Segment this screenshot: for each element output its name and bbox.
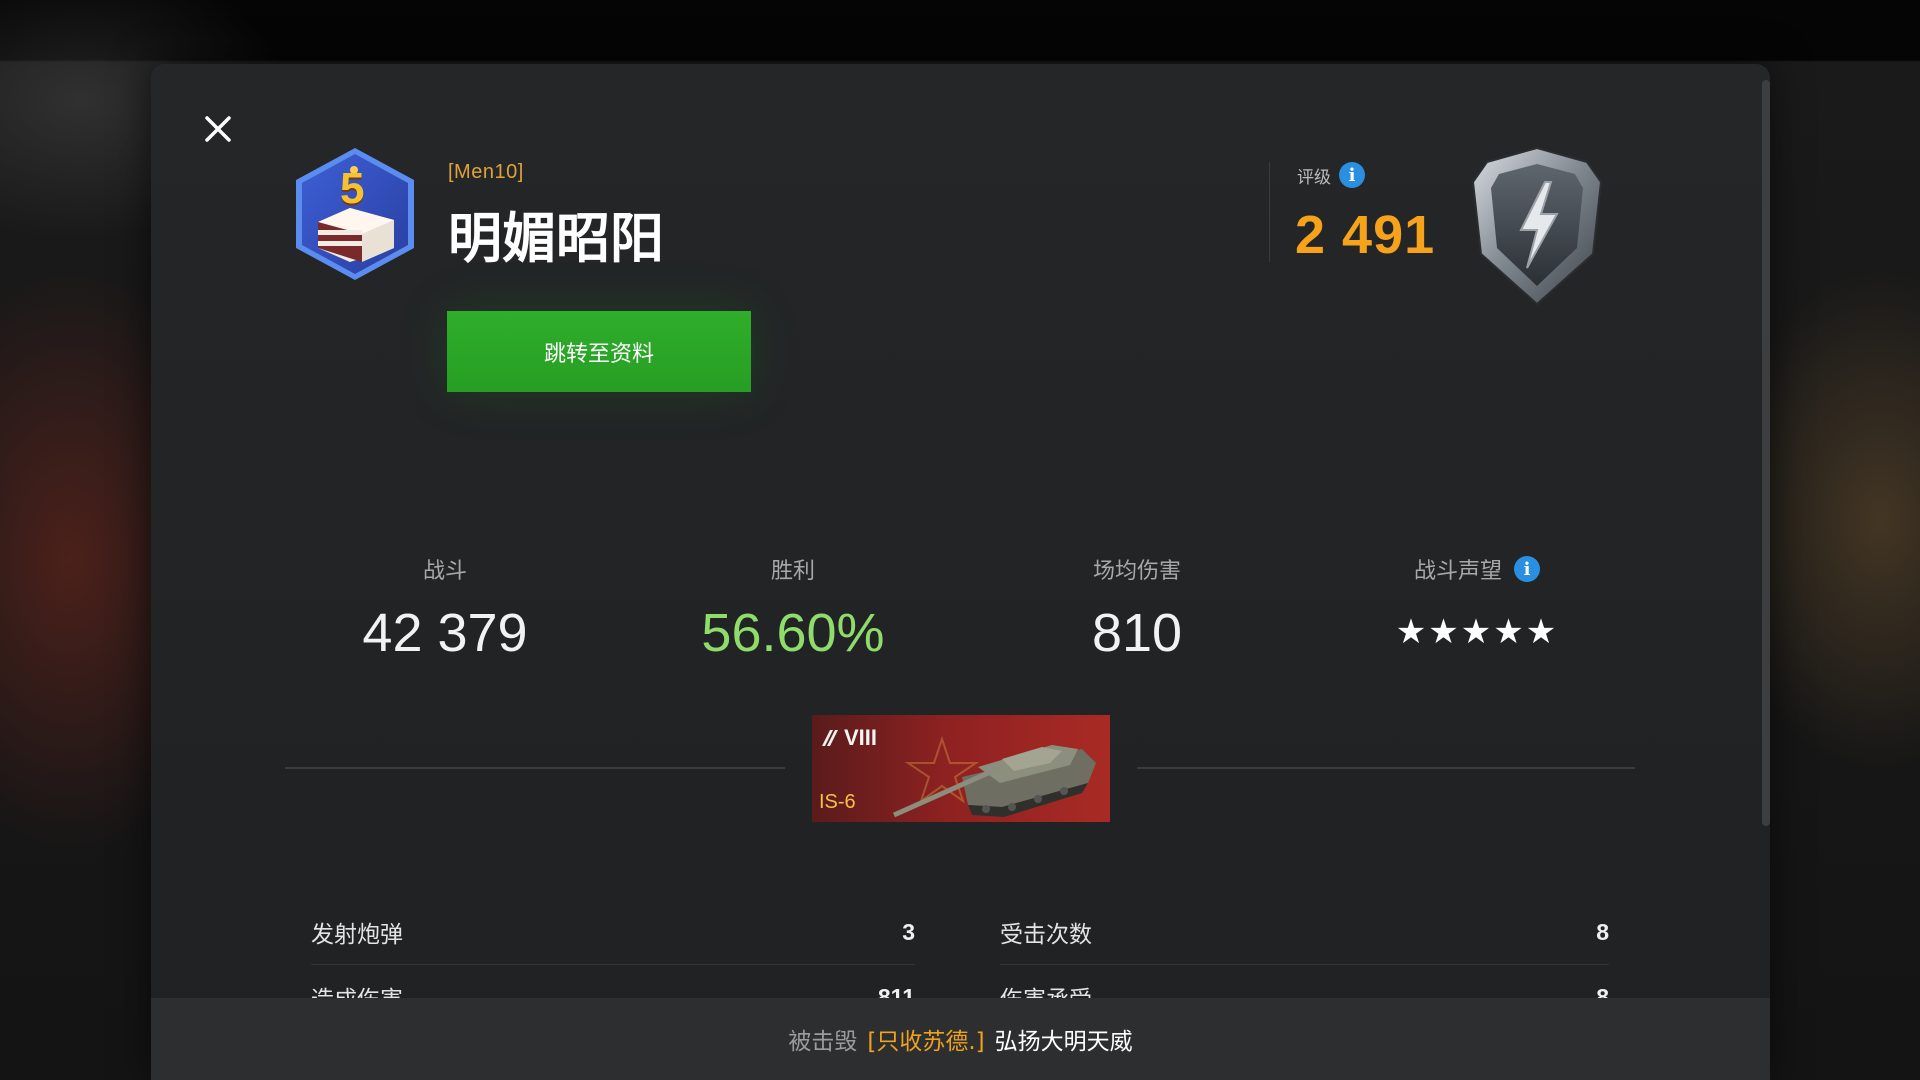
stat-wins-value: 56.60%: [701, 603, 885, 663]
heavy-tank-class-icon: [822, 730, 838, 746]
rating-label-group: 评级 i: [1297, 162, 1365, 188]
clan-tag: [Men10]: [448, 161, 524, 183]
stat-avg-damage: 场均伤害 810: [987, 554, 1287, 664]
avatar: 5: [290, 144, 420, 284]
stat-battles-label: 战斗: [422, 559, 467, 584]
tank-card[interactable]: VIII IS-6: [812, 715, 1110, 822]
rating-value: 2 491: [1295, 205, 1436, 265]
lightning-shield-rank-icon: [1471, 146, 1603, 306]
stat-battles: 战斗 42 379: [295, 554, 595, 664]
avatar-number: 5: [340, 164, 365, 213]
close-icon: [205, 116, 231, 142]
divider-right: [1137, 767, 1635, 769]
tank-tier: VIII: [820, 725, 877, 751]
stat-avg-damage-value: 810: [1091, 603, 1183, 663]
rating-label: 评级: [1297, 167, 1331, 188]
scrollbar[interactable]: [1762, 80, 1770, 826]
stat-reputation-label: 战斗声望: [1413, 559, 1502, 584]
detail-row-shots-fired: 发射炮弹 3: [311, 900, 915, 965]
close-button[interactable]: [201, 112, 235, 146]
reputation-info-icon[interactable]: i: [1514, 556, 1540, 582]
detail-label: 受击次数: [1000, 922, 1092, 948]
tank-image: [892, 735, 1096, 818]
detail-label: 发射炮弹: [311, 922, 403, 948]
stat-reputation: 战斗声望 i ★★★★★: [1327, 554, 1627, 662]
rank-shield: [1467, 144, 1607, 314]
stat-wins: 胜利 56.60%: [643, 554, 943, 664]
killed-by-label: 被击毁: [788, 1029, 858, 1055]
rating-divider: [1269, 162, 1270, 262]
tank-name: IS-6: [819, 791, 856, 813]
stat-reputation-label-group: 战斗声望 i: [1327, 554, 1627, 584]
detail-value: 3: [902, 918, 915, 945]
stat-avg-damage-label: 场均伤害: [1092, 559, 1181, 584]
tank-tier-label: VIII: [844, 725, 878, 750]
divider-left: [285, 767, 785, 769]
killed-by-bar: 被击毁 [只收苏德.] 弘扬大明天威: [151, 998, 1770, 1080]
detail-value: 8: [1596, 918, 1609, 945]
killer-clan-tag: [只收苏德.]: [867, 1029, 985, 1055]
stat-wins-label: 胜利: [770, 559, 815, 584]
player-info-panel: 5 [Men10] 明媚昭阳 跳转至资料 评级 i 2 491 战斗 42 37…: [151, 64, 1770, 1080]
killer-name: 弘扬大明天威: [994, 1029, 1133, 1055]
stat-battles-value: 42 379: [362, 603, 528, 663]
player-name: 明媚昭阳: [448, 207, 664, 270]
detail-row-times-hit: 受击次数 8: [1000, 900, 1609, 965]
go-to-profile-button[interactable]: 跳转至资料: [447, 311, 751, 392]
reputation-stars: ★★★★★: [1395, 613, 1559, 651]
rating-info-icon[interactable]: i: [1339, 162, 1365, 188]
